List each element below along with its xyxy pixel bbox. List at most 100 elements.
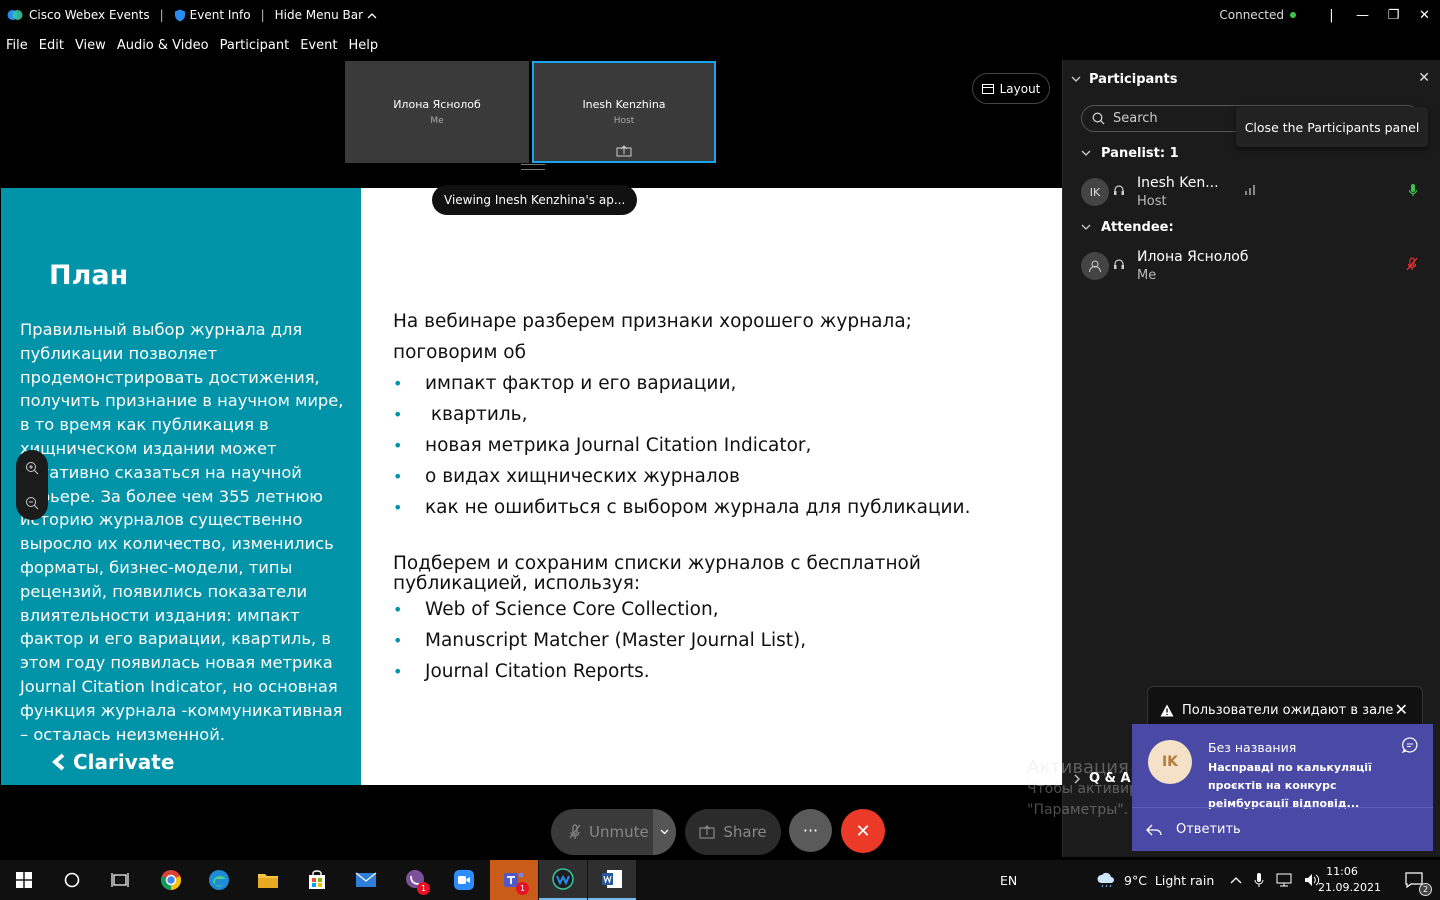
microphone-icon[interactable] <box>1254 872 1264 888</box>
mic-muted-icon[interactable] <box>1406 257 1418 271</box>
chrome-icon <box>160 870 182 891</box>
viewing-indicator[interactable]: Viewing Inesh Kenzhina's ap... <box>432 185 638 215</box>
chevron-right-icon <box>1074 774 1080 783</box>
store-bag-icon <box>309 870 325 889</box>
language-indicator[interactable]: EN <box>1000 860 1017 900</box>
notification-count: 2 <box>1419 883 1432 896</box>
participant-row-me[interactable]: Илона Яснолоб Me <box>1081 249 1426 285</box>
mic-on-icon[interactable] <box>1408 183 1418 197</box>
share-icon <box>699 825 715 839</box>
qa-section-toggle[interactable]: Q & A <box>1074 771 1131 786</box>
taskbar-webex[interactable] <box>539 860 587 900</box>
weather-text: 9°C Light rain <box>1124 872 1215 888</box>
video-tile-host[interactable]: Inesh Kenzhina Host <box>532 61 716 163</box>
bullet-list-1: импакт фактор и его вариации, квартиль, … <box>393 368 1033 523</box>
taskbar-edge[interactable] <box>195 860 243 900</box>
taskbar-store[interactable] <box>293 860 341 900</box>
more-options-button[interactable]: ··· <box>789 809 832 852</box>
bullet-list-2: Web of Science Core Collection, Manuscri… <box>393 594 1033 687</box>
event-info-button[interactable]: Event Info <box>174 8 251 22</box>
list-item: новая метрика Journal Citation Indicator… <box>393 430 1033 461</box>
resize-handle[interactable] <box>521 164 545 170</box>
close-window-button[interactable]: ✕ <box>1409 8 1440 23</box>
windows-logo-icon <box>16 872 32 888</box>
taskbar-teams[interactable]: 1 <box>490 860 538 900</box>
chat-toast-notification[interactable]: IK Без названия Насправді по калькуляції… <box>1132 724 1433 851</box>
reply-button[interactable]: Ответить <box>1132 807 1433 851</box>
panelists-section-toggle[interactable]: Panelist: 1 <box>1081 146 1179 161</box>
list-item: импакт фактор и его вариации, <box>393 368 1033 399</box>
tile-name: Илона Яснолоб <box>393 98 481 111</box>
unmute-label: Unmute <box>589 823 649 841</box>
reply-icon <box>1146 824 1162 835</box>
taskbar-word[interactable] <box>588 860 636 900</box>
weather-widget[interactable]: 9°C Light rain <box>1096 860 1214 900</box>
menu-audio-video[interactable]: Audio & Video <box>117 38 209 53</box>
taskbar-chrome[interactable] <box>147 860 195 900</box>
share-label: Share <box>723 823 767 841</box>
tile-role: Me <box>430 116 444 126</box>
taskbar-viber[interactable]: 1 <box>391 860 439 900</box>
signal-bars-icon <box>1245 185 1255 195</box>
avatar <box>1081 252 1109 280</box>
cortana-circle-icon <box>64 872 80 888</box>
shield-icon <box>174 9 185 21</box>
menu-help[interactable]: Help <box>348 38 378 53</box>
taskbar-zoom[interactable] <box>440 860 488 900</box>
layout-label: Layout <box>999 81 1041 96</box>
start-button[interactable] <box>0 860 48 900</box>
teams-badge: 1 <box>516 882 529 895</box>
video-tile-me[interactable]: Илона Яснолоб Me <box>345 61 529 163</box>
participant-row-host[interactable]: IK Inesh Ken... Host <box>1081 175 1426 211</box>
viber-badge: 1 <box>417 882 430 895</box>
participant-name: Илона Яснолоб <box>1137 249 1249 265</box>
task-view-button[interactable] <box>96 860 144 900</box>
participant-name: Inesh Ken... <box>1137 175 1219 191</box>
minimize-button[interactable]: — <box>1347 8 1378 23</box>
connection-status: Connected <box>1219 8 1284 22</box>
hide-menu-bar-button[interactable]: Hide Menu Bar <box>275 8 377 22</box>
tile-role: Host <box>613 116 635 126</box>
participant-role: Host <box>1137 194 1167 209</box>
webex-logo-icon <box>7 10 23 20</box>
folder-icon <box>258 874 278 888</box>
sharing-icon <box>616 145 632 157</box>
clock-time: 11:06 <box>1326 865 1358 878</box>
action-center-button[interactable]: 2 <box>1390 860 1438 900</box>
list-item: Journal Citation Reports. <box>393 656 1033 687</box>
clock[interactable]: 11:06 21.09.2021 <box>1318 864 1381 896</box>
mic-muted-icon <box>569 824 581 839</box>
close-notification-button[interactable]: ✕ <box>1395 700 1408 719</box>
close-panel-button[interactable]: ✕ <box>1418 70 1430 86</box>
search-placeholder: Search <box>1113 111 1158 126</box>
leave-meeting-button[interactable]: ✕ <box>841 809 885 853</box>
unmute-button[interactable]: Unmute <box>551 809 653 855</box>
zoom-in-icon[interactable] <box>25 461 39 475</box>
taskbar-file-explorer[interactable] <box>244 860 292 900</box>
restore-button[interactable]: ❐ <box>1378 8 1409 23</box>
chevron-up-icon[interactable] <box>1230 876 1242 884</box>
zoom-out-icon[interactable] <box>25 496 39 510</box>
audio-options-dropdown[interactable] <box>653 809 676 855</box>
title-bar: Cisco Webex Events | Event Info | Hide M… <box>0 0 1440 30</box>
search-taskbar-button[interactable] <box>48 860 96 900</box>
taskbar-mail[interactable] <box>342 860 390 900</box>
qa-label: Q & A <box>1089 771 1131 786</box>
task-view-icon <box>111 873 129 887</box>
webex-app-icon <box>552 868 574 890</box>
menu-view[interactable]: View <box>75 38 106 53</box>
panelists-label: Panelist: 1 <box>1101 146 1179 161</box>
attendees-section-toggle[interactable]: Attendee: <box>1081 220 1174 235</box>
menu-participant[interactable]: Participant <box>220 38 290 53</box>
clarivate-mark-icon <box>51 753 65 771</box>
panel-header[interactable]: Participants <box>1071 72 1177 87</box>
share-button[interactable]: Share <box>685 809 781 855</box>
menu-file[interactable]: File <box>6 38 28 53</box>
menu-edit[interactable]: Edit <box>39 38 64 53</box>
network-icon[interactable] <box>1276 873 1292 887</box>
lobby-text: Пользователи ожидают в зале <box>1182 702 1394 718</box>
clock-date: 21.09.2021 <box>1318 881 1381 894</box>
search-icon <box>1092 112 1105 125</box>
layout-button[interactable]: Layout <box>972 73 1050 104</box>
menu-event[interactable]: Event <box>300 38 337 53</box>
